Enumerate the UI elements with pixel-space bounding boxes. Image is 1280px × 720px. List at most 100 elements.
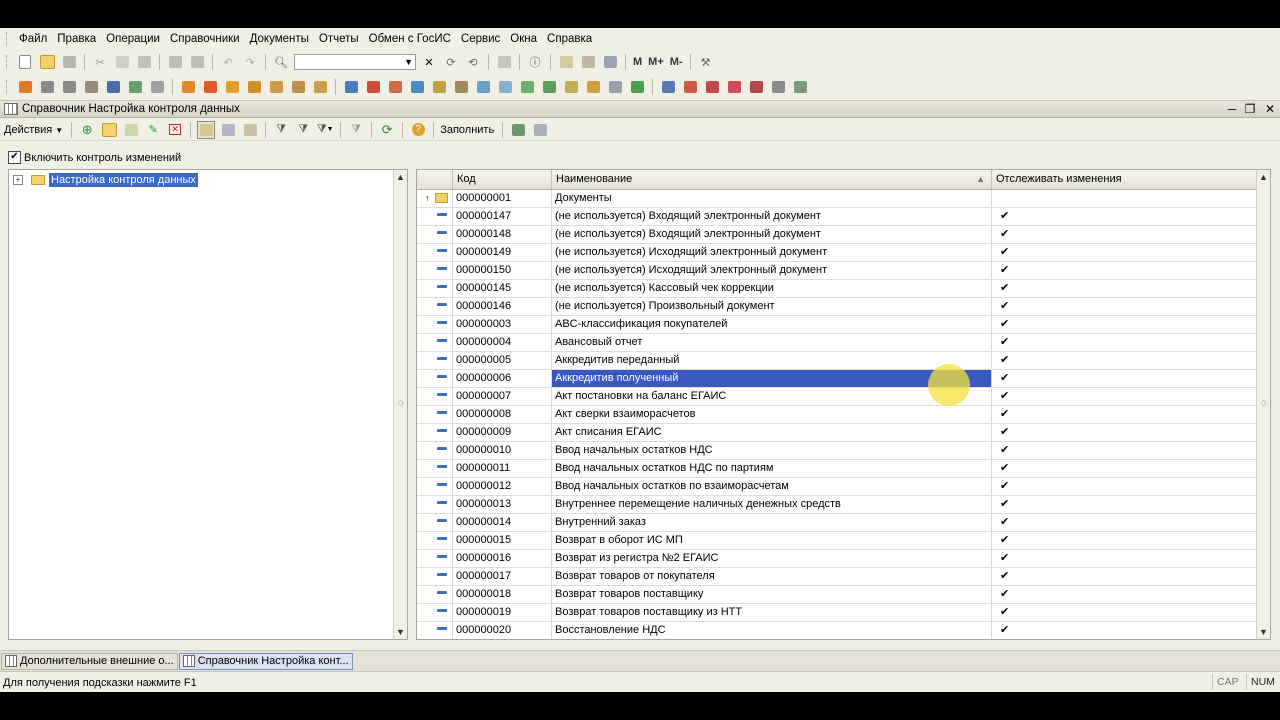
name-cell[interactable]: (не используется) Кассовый чек коррекции	[552, 280, 992, 297]
name-cell[interactable]: ABC-классификация покупателей	[552, 316, 992, 333]
tb2-button-31[interactable]	[703, 78, 721, 96]
table-row[interactable]: 000000015 Возврат в оборот ИС МП ✔	[417, 532, 1257, 550]
track-changes-cell[interactable]: ✔	[992, 532, 1257, 549]
name-cell[interactable]: Внутренний заказ	[552, 514, 992, 531]
header-name[interactable]: Наименование ▲	[552, 170, 992, 189]
table-row[interactable]: 000000018 Возврат товаров поставщику ✔	[417, 586, 1257, 604]
track-changes-cell[interactable]: ✔	[992, 208, 1257, 225]
track-changes-cell[interactable]: ✔	[992, 586, 1257, 603]
track-changes-cell[interactable]: ✔	[992, 370, 1257, 387]
code-cell[interactable]: 000000012	[453, 478, 552, 495]
tb2-button-30[interactable]	[681, 78, 699, 96]
tb2-button-7[interactable]	[148, 78, 166, 96]
code-cell[interactable]: 000000149	[453, 244, 552, 261]
code-cell[interactable]: 000000020	[453, 622, 552, 639]
track-changes-cell[interactable]: ✔	[992, 514, 1257, 531]
tb2-button-25[interactable]	[562, 78, 580, 96]
undo-button[interactable]: ↶	[219, 53, 237, 71]
save-button[interactable]	[60, 53, 78, 71]
track-changes-cell[interactable]: ✔	[992, 280, 1257, 297]
table-row[interactable]: 000000020 Восстановление НДС ✔	[417, 622, 1257, 639]
name-cell[interactable]: Аккредитив переданный	[552, 352, 992, 369]
hierarchy-button[interactable]	[197, 120, 216, 139]
table-row[interactable]: 000000010 Ввод начальных остатков НДС ✔	[417, 442, 1257, 460]
calendar-button[interactable]	[557, 53, 575, 71]
table-row[interactable]: 000000150 (не используется) Исходящий эле…	[417, 262, 1257, 280]
tb2-button-27[interactable]	[606, 78, 624, 96]
filter-value-button[interactable]: ⧩	[294, 121, 312, 139]
track-changes-cell[interactable]: ✔	[992, 424, 1257, 441]
name-cell[interactable]: (не используется) Входящий электронный д…	[552, 208, 992, 225]
filter-history-button[interactable]: ⧩ ▼	[316, 121, 334, 139]
tb2-button-22[interactable]	[496, 78, 514, 96]
add-button[interactable]: ⊕	[78, 121, 96, 139]
refresh-button[interactable]: ⟳	[442, 53, 460, 71]
clear-search-button[interactable]: ✕	[420, 53, 438, 71]
table-row[interactable]: 000000012 Ввод начальных остатков по взаи…	[417, 478, 1257, 496]
add-group-button[interactable]	[100, 121, 118, 139]
tb2-button-32[interactable]	[725, 78, 743, 96]
track-changes-cell[interactable]: ✔	[992, 352, 1257, 369]
name-cell[interactable]: Внутреннее перемещение наличных денежных…	[552, 496, 992, 513]
tb2-button-35[interactable]	[791, 78, 809, 96]
code-cell[interactable]: 000000148	[453, 226, 552, 243]
tb2-button-15[interactable]	[342, 78, 360, 96]
tb2-button-20[interactable]	[452, 78, 470, 96]
tb2-button-9[interactable]	[201, 78, 219, 96]
tb2-button-1[interactable]	[16, 78, 34, 96]
track-changes-cell[interactable]: ✔	[992, 568, 1257, 585]
edit-button[interactable]: ✎	[144, 121, 162, 139]
code-cell[interactable]: 000000145	[453, 280, 552, 297]
items-table[interactable]: Код Наименование ▲ Отслеживать изменения…	[416, 169, 1271, 640]
scroll-thumb[interactable]: ◇	[1259, 398, 1268, 407]
code-cell[interactable]: 000000018	[453, 586, 552, 603]
up-level-button[interactable]	[241, 121, 259, 139]
code-cell[interactable]: 000000146	[453, 298, 552, 315]
name-cell[interactable]: (не используется) Произвольный документ	[552, 298, 992, 315]
code-cell[interactable]: 000000006	[453, 370, 552, 387]
tb2-button-18[interactable]	[408, 78, 426, 96]
code-cell[interactable]: 000000011	[453, 460, 552, 477]
name-cell[interactable]: Восстановление НДС	[552, 622, 992, 639]
name-cell[interactable]: Возврат товаров от покупателя	[552, 568, 992, 585]
copy-button[interactable]	[113, 53, 131, 71]
table-row[interactable]: 000000003 ABC-классификация покупателей ✔	[417, 316, 1257, 334]
cut-button[interactable]: ✂	[91, 53, 109, 71]
menu-exchange[interactable]: Обмен с ГосИС	[364, 28, 456, 50]
name-cell[interactable]: (не используется) Исходящий электронный …	[552, 262, 992, 279]
menu-file[interactable]: Файл	[14, 28, 52, 50]
table-row[interactable]: 000000004 Авансовый отчет ✔	[417, 334, 1257, 352]
code-cell[interactable]: 000000010	[453, 442, 552, 459]
table-row[interactable]: 000000017 Возврат товаров от покупателя ✔	[417, 568, 1257, 586]
settings-button[interactable]	[509, 121, 527, 139]
task-reference-settings[interactable]: Справочник Настройка конт...	[178, 652, 353, 670]
print-button[interactable]	[166, 53, 184, 71]
tb2-button-17[interactable]	[386, 78, 404, 96]
code-cell[interactable]: 000000013	[453, 496, 552, 513]
actions-menu[interactable]: Действия ▼	[4, 124, 67, 136]
table-row[interactable]: 000000007 Акт постановки на баланс ЕГАИС ✔	[417, 388, 1257, 406]
table-row[interactable]: 000000006 Аккредитив полученный ✔	[417, 370, 1257, 388]
table-row[interactable]: 000000013 Внутреннее перемещение наличных…	[417, 496, 1257, 514]
new-document-button[interactable]	[16, 53, 34, 71]
header-icon-column[interactable]	[417, 170, 453, 189]
group-tree[interactable]: + Настройка контроля данных ▲ ◇ ▼	[8, 169, 408, 640]
find-button[interactable]: 🔍︎	[272, 53, 290, 71]
close-window-button[interactable]: ✕	[1261, 101, 1279, 117]
tb2-button-29[interactable]	[659, 78, 677, 96]
tb2-button-11[interactable]	[245, 78, 263, 96]
menu-references[interactable]: Справочники	[165, 28, 245, 50]
enable-change-control-row[interactable]: ✔ Включить контроль изменений	[8, 151, 181, 164]
code-cell[interactable]: 000000014	[453, 514, 552, 531]
name-cell[interactable]: Акт постановки на баланс ЕГАИС	[552, 388, 992, 405]
menu-windows[interactable]: Окна	[505, 28, 542, 50]
tb2-button-2[interactable]	[38, 78, 56, 96]
menu-documents[interactable]: Документы	[245, 28, 314, 50]
name-cell[interactable]: Аккредитив полученный	[552, 370, 992, 387]
window-button[interactable]	[495, 53, 513, 71]
structure-button[interactable]	[531, 121, 549, 139]
code-cell[interactable]: 000000007	[453, 388, 552, 405]
track-changes-cell[interactable]: ✔	[992, 496, 1257, 513]
filter-button[interactable]: ⧩	[272, 121, 290, 139]
tb2-button-23[interactable]	[518, 78, 536, 96]
